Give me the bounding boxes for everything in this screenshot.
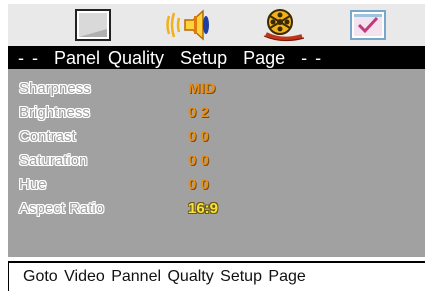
setting-value[interactable]: 16:9: [188, 199, 218, 219]
setting-label: Brightness: [19, 104, 90, 121]
setting-row-sharpness[interactable]: Sharpness MID: [8, 77, 425, 101]
setting-value[interactable]: 0 0: [188, 151, 209, 171]
general-setup-tab[interactable]: [68, 4, 118, 46]
page-title: - - Panel Quality Setup Page - -: [18, 48, 322, 68]
preference-setup-tab[interactable]: [344, 4, 392, 46]
setting-label: Hue: [19, 176, 47, 193]
setting-row-contrast[interactable]: Contrast 0 0: [8, 125, 425, 149]
setting-row-saturation[interactable]: Saturation 0 0: [8, 149, 425, 173]
setting-value[interactable]: 0 0: [188, 175, 209, 195]
monitor-frame-icon: [75, 9, 111, 41]
video-setup-tab[interactable]: [255, 4, 313, 46]
setup-tab-bar: [8, 4, 425, 46]
setting-label: Aspect Ratio: [19, 200, 105, 217]
help-text: Goto Video Pannel Qualty Setup Page: [23, 268, 306, 285]
setting-value[interactable]: 0 2: [188, 103, 209, 123]
setting-row-brightness[interactable]: Brightness 0 2: [8, 101, 425, 125]
film-reel-icon: [263, 9, 305, 42]
checkmark-screen-icon: [350, 10, 386, 40]
setting-label: Contrast: [19, 128, 76, 145]
setting-value[interactable]: MID: [188, 79, 216, 99]
settings-panel: Sharpness MID Brightness 0 2 Contrast 0 …: [8, 69, 425, 257]
help-footer: Goto Video Pannel Qualty Setup Page: [8, 261, 425, 291]
speaker-sound-icon: [166, 9, 209, 41]
setting-label: Sharpness: [19, 80, 91, 97]
setting-row-aspect-ratio[interactable]: Aspect Ratio 16:9: [8, 197, 425, 221]
dvd-setup-menu: - - Panel Quality Setup Page - - Sharpne…: [0, 0, 425, 291]
setting-row-hue[interactable]: Hue 0 0: [8, 173, 425, 197]
setting-value[interactable]: 0 0: [188, 127, 209, 147]
setting-label: Saturation: [19, 152, 88, 169]
audio-setup-tab[interactable]: [158, 4, 220, 46]
page-title-bar: - - Panel Quality Setup Page - -: [8, 46, 425, 69]
